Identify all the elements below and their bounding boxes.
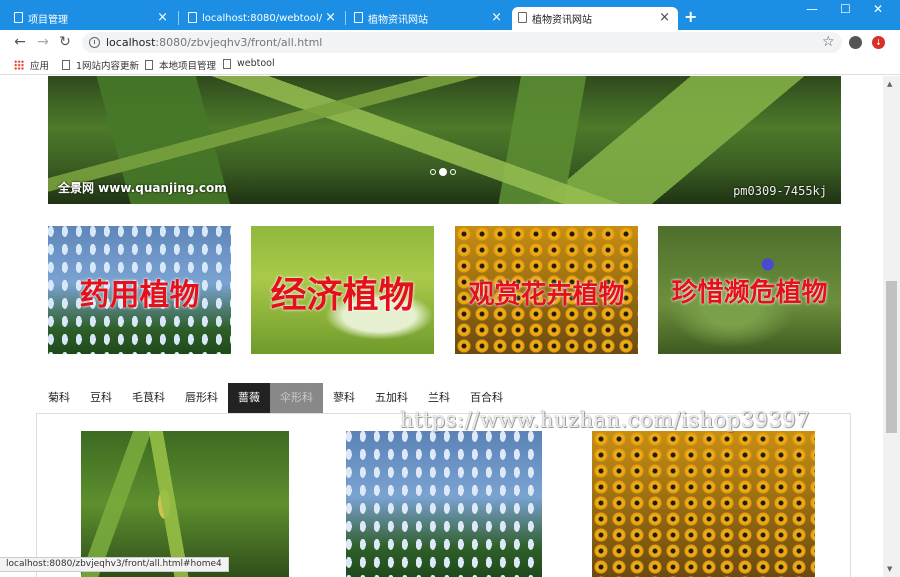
- tab-ranunculaceae[interactable]: 毛茛科: [122, 383, 175, 413]
- bookmark-label: 应用: [30, 61, 50, 72]
- tab-rosaceae[interactable]: 蔷薇: [228, 383, 270, 413]
- tab-title: 植物资讯网站: [532, 15, 592, 26]
- close-icon[interactable]: ×: [659, 10, 670, 26]
- page-icon: [223, 58, 231, 69]
- page-viewport: 全景网 www.quanjing.com pm0309-7455kj 药用植物 …: [0, 76, 883, 577]
- tab-apiaceae[interactable]: 伞形科: [270, 383, 323, 413]
- hero-banner[interactable]: 全景网 www.quanjing.com pm0309-7455kj: [48, 76, 841, 204]
- tab-fabaceae[interactable]: 豆科: [80, 383, 122, 413]
- page-icon: [62, 60, 70, 70]
- tab-title: localhost:8080/webtool/all/in: [202, 13, 322, 24]
- apps-grid-icon: [14, 60, 24, 70]
- address-toolbar: ← → ↻ localhost:8080/zbvjeqhv3/front/all…: [0, 30, 900, 55]
- bookmark-item[interactable]: webtool: [223, 58, 275, 69]
- category-tile-ornamental[interactable]: 观赏花卉植物: [455, 226, 638, 354]
- info-icon[interactable]: [89, 37, 100, 48]
- browser-tab-2[interactable]: localhost:8080/webtool/all/in ×: [182, 7, 344, 30]
- tab-divider: [178, 11, 179, 25]
- tab-lamiaceae[interactable]: 唇形科: [175, 383, 228, 413]
- browser-tab-1[interactable]: 项目管理 ×: [8, 7, 176, 30]
- category-tile-endangered[interactable]: 珍惜濒危植物: [658, 226, 841, 354]
- link-status-bar: localhost:8080/zbvjeqhv3/front/all.html#…: [0, 557, 229, 572]
- bookmark-label: webtool: [237, 58, 275, 69]
- reload-icon[interactable]: ↻: [57, 34, 73, 50]
- page-icon: [188, 12, 197, 23]
- bookmarks-bar: 应用 1网站内容更新 本地项目管理 webtool: [0, 55, 900, 75]
- page-icon: [14, 12, 23, 23]
- tab-title: 项目管理: [28, 15, 68, 26]
- bookmark-star-icon[interactable]: ☆: [822, 34, 835, 50]
- category-tile-economic[interactable]: 经济植物: [251, 226, 434, 354]
- scroll-down-arrow-icon[interactable]: ▼: [887, 565, 892, 573]
- plant-card-image[interactable]: [592, 431, 815, 577]
- overlay-watermark: https://www.huzhan.com/ishop39397: [400, 408, 811, 432]
- category-label: 经济植物: [270, 275, 415, 316]
- tab-divider: [345, 11, 346, 25]
- url-text[interactable]: localhost:8080/zbvjeqhv3/front/all.html: [106, 36, 322, 49]
- scroll-up-arrow-icon[interactable]: ▲: [887, 80, 892, 88]
- address-bar[interactable]: localhost:8080/zbvjeqhv3/front/all.html: [82, 32, 842, 53]
- minimize-button[interactable]: —: [806, 3, 818, 15]
- banner-watermark: 全景网 www.quanjing.com: [58, 181, 227, 195]
- banner-code: pm0309-7455kj: [733, 184, 827, 198]
- carousel-dot[interactable]: [450, 169, 456, 175]
- page-icon: [354, 12, 363, 23]
- tab-title: 植物资讯网站: [368, 15, 428, 26]
- bookmark-label: 1网站内容更新: [76, 61, 140, 72]
- url-path: :8080/zbvjeqhv3/front/all.html: [155, 36, 323, 49]
- vertical-scrollbar[interactable]: ▲ ▼: [883, 76, 900, 577]
- tab-polygonaceae[interactable]: 蓼科: [323, 383, 365, 413]
- new-tab-button[interactable]: +: [684, 8, 697, 26]
- bookmark-apps[interactable]: 应用: [14, 58, 49, 72]
- carousel-dot-active[interactable]: [439, 168, 447, 176]
- carousel-indicators: [430, 168, 456, 176]
- page-icon: [145, 60, 153, 70]
- category-label: 珍惜濒危植物: [671, 278, 828, 308]
- bookmark-label: 本地项目管理: [159, 61, 217, 72]
- carousel-dot[interactable]: [430, 169, 436, 175]
- scroll-thumb[interactable]: [886, 281, 897, 433]
- url-host: localhost: [106, 36, 156, 49]
- browser-tab-strip: 项目管理 × localhost:8080/webtool/all/in × 植…: [0, 0, 900, 30]
- bookmark-item[interactable]: 本地项目管理: [145, 58, 216, 72]
- plant-card-image[interactable]: [346, 431, 542, 577]
- page-icon: [518, 12, 527, 23]
- close-window-button[interactable]: ✕: [873, 3, 883, 15]
- close-icon[interactable]: ×: [325, 10, 336, 26]
- category-label: 药用植物: [79, 278, 200, 313]
- browser-tab-4-active[interactable]: 植物资讯网站 ×: [512, 7, 678, 30]
- profile-avatar-icon[interactable]: [849, 36, 862, 49]
- plant-card-image[interactable]: [81, 431, 289, 577]
- extension-icon[interactable]: ↓: [872, 36, 885, 49]
- close-icon[interactable]: ×: [157, 10, 168, 26]
- category-label: 观赏花卉植物: [468, 280, 625, 310]
- tab-asteraceae[interactable]: 菊科: [38, 383, 80, 413]
- maximize-button[interactable]: ☐: [840, 3, 851, 15]
- bookmark-item[interactable]: 1网站内容更新: [62, 58, 139, 72]
- back-arrow-icon[interactable]: ←: [12, 34, 28, 50]
- close-icon[interactable]: ×: [491, 10, 502, 26]
- category-tile-medicinal[interactable]: 药用植物: [48, 226, 231, 354]
- browser-tab-3[interactable]: 植物资讯网站 ×: [348, 7, 510, 30]
- forward-arrow-icon[interactable]: →: [35, 34, 51, 50]
